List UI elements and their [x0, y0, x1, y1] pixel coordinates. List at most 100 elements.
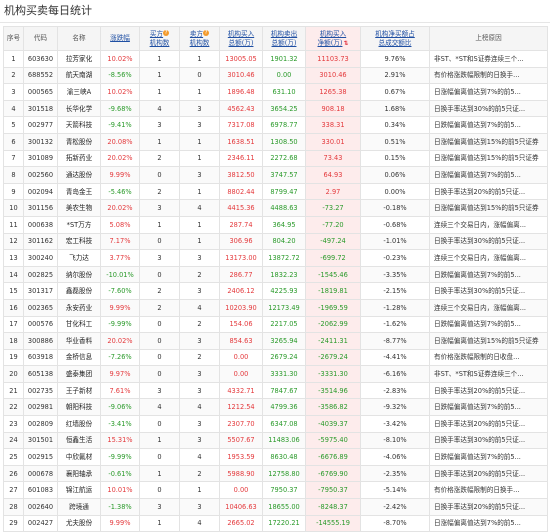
- stock-name-link[interactable]: 通达股份: [57, 166, 101, 184]
- table-row[interactable]: 12 301162 宏工科技 7.17% 0 1 306.96 804.20 -497.24 -1…: [3, 232, 548, 251]
- stock-code-link[interactable]: 603918: [23, 348, 58, 367]
- table-row[interactable]: 8 002560 通达股份 9.99% 0 3 3812.50 3747.57 64.93 0.0…: [3, 166, 548, 184]
- stock-code-link[interactable]: 002427: [23, 514, 58, 532]
- header-buy-count-line1[interactable]: 买方: [150, 30, 163, 38]
- stock-code-link[interactable]: 300132: [23, 132, 58, 151]
- header-sell-count-line2[interactable]: 机构数: [190, 39, 210, 47]
- stock-code-link[interactable]: 002977: [23, 116, 58, 134]
- table-row[interactable]: 7 301089 拓新药业 20.02% 2 1 2346.11 2272.68 73.43 0.…: [3, 149, 548, 168]
- stock-name-link[interactable]: 跨境通: [57, 498, 101, 516]
- table-row[interactable]: 16 002365 永安药业 9.99% 2 4 10203.90 12173.49 -1969…: [3, 298, 548, 317]
- stock-name-link[interactable]: 长华化学: [57, 99, 101, 118]
- table-row[interactable]: 22 002981 朝阳科技 -9.06% 4 4 1212.54 4799.36 -3586.…: [3, 398, 548, 417]
- stock-name-link[interactable]: 飞力达: [57, 249, 101, 267]
- stock-name-link[interactable]: 拓新药业: [57, 149, 101, 168]
- stock-code-link[interactable]: 601083: [23, 481, 58, 500]
- table-row[interactable]: 19 603918 金桥信息 -7.26% 0 2 0.00 2679.24 -2679.24-…: [3, 348, 548, 367]
- table-row[interactable]: 10 301156 美农生物 20.02% 3 4 4415.36 4488.63 -73.27…: [3, 199, 548, 217]
- stock-name-link[interactable]: 永安药业: [57, 298, 101, 317]
- stock-name-link[interactable]: 拉芳家化: [57, 50, 101, 68]
- stock-name-link[interactable]: 天箭科技: [57, 116, 101, 134]
- table-row[interactable]: 6 300132 青松股份 20.08% 1 1 1638.51 1308.50 330.01 0…: [3, 132, 548, 151]
- header-change-label[interactable]: 涨跌幅: [110, 34, 130, 42]
- stock-code-link[interactable]: 002809: [23, 415, 58, 433]
- header-net-amount-line2[interactable]: 净额(万): [318, 39, 343, 47]
- stock-name-link[interactable]: *ST万方: [57, 215, 101, 234]
- header-net-amount-line1[interactable]: 机构买入: [320, 30, 346, 38]
- table-row[interactable]: 1 603630 拉芳家化 10.02% 1 1 13005.05 1901.32 11103.…: [3, 50, 548, 68]
- table-row[interactable]: 9 002094 青岛金王 -5.46% 2 1 8802.44 8799.47 2.97 0.0…: [3, 182, 548, 201]
- stock-name-link[interactable]: 甘化科工: [57, 315, 101, 334]
- stock-name-link[interactable]: 华业香料: [57, 332, 101, 350]
- table-row[interactable]: 21 002735 王子新材 7.61% 3 3 4332.71 7847.67 -3514.9…: [3, 381, 548, 400]
- stock-name-link[interactable]: 鑫磊股份: [57, 282, 101, 300]
- header-buy-count-line2[interactable]: 机构数: [150, 39, 170, 47]
- table-row[interactable]: 24 301501 恒鑫生活 15.31% 1 3 5507.67 11483.06 -5975…: [3, 431, 548, 450]
- stock-name-link[interactable]: 盛泰集团: [57, 365, 101, 383]
- header-net-amount[interactable]: 机构买入 净额(万)⇅: [305, 26, 361, 51]
- stock-code-link[interactable]: 000678: [23, 464, 58, 483]
- stock-code-link[interactable]: 002640: [23, 498, 58, 516]
- help-icon[interactable]: ?: [203, 29, 210, 36]
- stock-code-link[interactable]: 002094: [23, 182, 58, 201]
- stock-code-link[interactable]: 000565: [23, 83, 58, 101]
- help-icon[interactable]: ?: [163, 29, 170, 36]
- table-row[interactable]: 23 002809 红墙股份 -3.41% 0 3 2307.70 6347.08 -4039.…: [3, 415, 548, 433]
- header-buy-count[interactable]: 买方? 机构数: [139, 26, 180, 51]
- stock-name-link[interactable]: 金桥信息: [57, 348, 101, 367]
- header-buy-amount-line1[interactable]: 机构买入: [228, 30, 254, 38]
- table-row[interactable]: 17 000576 甘化科工 -9.99% 0 2 154.06 2217.05 -2062.9…: [3, 315, 548, 334]
- table-row[interactable]: 27 601083 锦江航运 10.01% 0 1 0.00 7950.37 -7950.37-…: [3, 481, 548, 500]
- header-net-ratio-line2[interactable]: 总成交额比: [379, 39, 412, 47]
- stock-name-link[interactable]: 美农生物: [57, 199, 101, 217]
- header-sell-amount[interactable]: 机构卖出 总额(万): [262, 26, 306, 51]
- table-row[interactable]: 28 002640 跨境通 -1.38% 3 3 10406.63 18655.00 -8248…: [3, 498, 548, 516]
- table-row[interactable]: 3 000565 渝三峡A 10.02% 1 1 1896.48 631.10 1265.38 0…: [3, 83, 548, 101]
- stock-name-link[interactable]: 锦江航运: [57, 481, 101, 500]
- stock-name-link[interactable]: 中欣氟材: [57, 448, 101, 466]
- stock-name-link[interactable]: 王子新材: [57, 381, 101, 400]
- table-row[interactable]: 20 605138 盛泰集团 9.97% 0 3 0.00 3331.30 -3331.30 -6…: [3, 365, 548, 383]
- header-buy-amount-line2[interactable]: 总额(万): [229, 39, 254, 47]
- table-row[interactable]: 5 002977 天箭科技 -9.41% 3 3 7317.08 6978.77 338.31 0…: [3, 116, 548, 134]
- stock-code-link[interactable]: 002825: [23, 265, 58, 284]
- stock-code-link[interactable]: 301518: [23, 99, 58, 118]
- stock-code-link[interactable]: 002735: [23, 381, 58, 400]
- stock-name-link[interactable]: 纳尔股份: [57, 265, 101, 284]
- table-row[interactable]: 15 301317 鑫磊股份 -7.60% 2 3 2406.12 4225.93 -1819.…: [3, 282, 548, 300]
- stock-name-link[interactable]: 尤夫股份: [57, 514, 101, 532]
- stock-code-link[interactable]: 002981: [23, 398, 58, 417]
- sort-icon[interactable]: ⇅: [343, 40, 348, 47]
- table-row[interactable]: 29 002427 尤夫股份 9.99% 1 4 2665.02 17220.21 -14555…: [3, 514, 548, 532]
- stock-code-link[interactable]: 300886: [23, 332, 58, 350]
- header-change[interactable]: 涨跌幅: [100, 26, 140, 51]
- stock-code-link[interactable]: 301317: [23, 282, 58, 300]
- stock-code-link[interactable]: 301089: [23, 149, 58, 168]
- stock-name-link[interactable]: 恒鑫生活: [57, 431, 101, 450]
- stock-code-link[interactable]: 301156: [23, 199, 58, 217]
- header-buy-amount[interactable]: 机构买入 总额(万): [219, 26, 263, 51]
- table-row[interactable]: 25 002915 中欣氟材 -9.99% 0 4 1953.59 8630.48 -6676.…: [3, 448, 548, 466]
- stock-code-link[interactable]: 301162: [23, 232, 58, 251]
- stock-name-link[interactable]: 朝阳科技: [57, 398, 101, 417]
- stock-name-link[interactable]: 青岛金王: [57, 182, 101, 201]
- stock-code-link[interactable]: 301501: [23, 431, 58, 450]
- stock-name-link[interactable]: 襄阳轴承: [57, 464, 101, 483]
- table-row[interactable]: 11 000638 *ST万方 5.08% 1 1 287.74 364.95 -77.20 -0…: [3, 215, 548, 234]
- header-net-ratio-line1[interactable]: 机构净买额占: [375, 30, 415, 38]
- stock-code-link[interactable]: 688552: [23, 66, 58, 85]
- stock-code-link[interactable]: 000638: [23, 215, 58, 234]
- stock-name-link[interactable]: 渝三峡A: [57, 83, 101, 101]
- header-sell-count-line1[interactable]: 卖方: [190, 30, 203, 38]
- table-row[interactable]: 2 688552 航天南湖 -8.56% 1 0 3010.46 0.00 3010.46 2.9…: [3, 66, 548, 85]
- table-row[interactable]: 18 300886 华业香料 20.02% 0 3 854.63 3265.94 -2411.3…: [3, 332, 548, 350]
- stock-name-link[interactable]: 航天南湖: [57, 66, 101, 85]
- table-row[interactable]: 26 000678 襄阳轴承 -0.61% 1 2 5988.90 12758.80 -6769…: [3, 464, 548, 483]
- stock-name-link[interactable]: 青松股份: [57, 132, 101, 151]
- stock-code-link[interactable]: 300240: [23, 249, 58, 267]
- header-sell-amount-line2[interactable]: 总额(万): [272, 39, 297, 47]
- stock-code-link[interactable]: 603630: [23, 50, 58, 68]
- stock-code-link[interactable]: 002560: [23, 166, 58, 184]
- table-row[interactable]: 13 300240 飞力达 3.77% 3 3 13173.00 13872.72 -699.7…: [3, 249, 548, 267]
- stock-code-link[interactable]: 000576: [23, 315, 58, 334]
